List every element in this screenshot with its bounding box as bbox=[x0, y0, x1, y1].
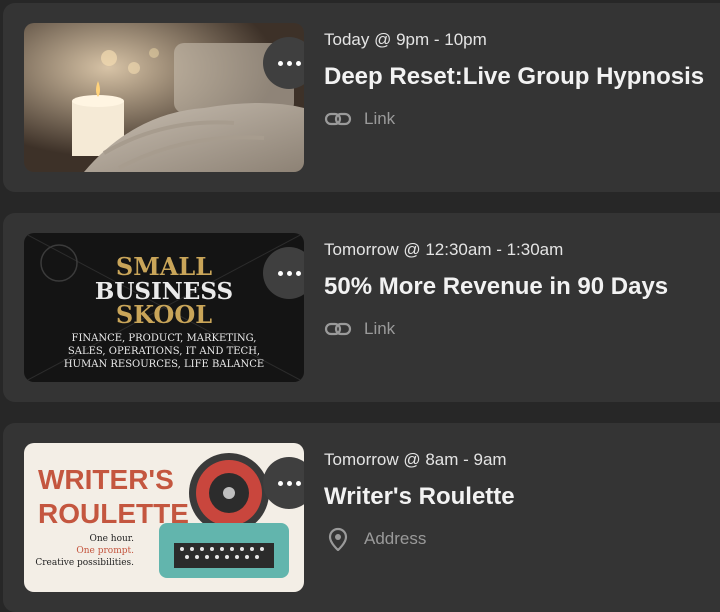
small-business-skool-image: SMALL BUSINESS SKOOL FINANCE, PRODUCT, M… bbox=[24, 233, 304, 382]
thumb-line1: WRITER'S bbox=[38, 464, 174, 495]
link-label: Link bbox=[364, 109, 396, 128]
event-title[interactable]: Writer's Roulette bbox=[324, 483, 515, 511]
event-card[interactable]: WRITER'S ROULETTE One hour. One prompt. … bbox=[3, 423, 720, 612]
event-card[interactable]: SMALL BUSINESS SKOOL FINANCE, PRODUCT, M… bbox=[3, 213, 720, 402]
dot-icon bbox=[277, 270, 283, 276]
location-pin-icon bbox=[328, 527, 348, 551]
thumb-sub2: SALES, OPERATIONS, IT AND TECH, bbox=[68, 346, 260, 357]
event-time: Today @ 9pm - 10pm bbox=[324, 30, 487, 49]
dot-icon bbox=[286, 270, 292, 276]
address-label: Address bbox=[364, 529, 427, 548]
thumb-line1: SMALL bbox=[116, 252, 212, 281]
thumb-line3: SKOOL bbox=[116, 300, 212, 329]
thumb-sub3: Creative possibilities. bbox=[35, 558, 134, 568]
event-card[interactable]: Today @ 9pm - 10pm Deep Reset:Live Group… bbox=[3, 3, 720, 192]
thumb-sub1: FINANCE, PRODUCT, MARKETING, bbox=[72, 333, 257, 344]
event-thumbnail[interactable] bbox=[24, 23, 304, 172]
dot-icon bbox=[277, 60, 283, 66]
writers-roulette-image: WRITER'S ROULETTE One hour. One prompt. … bbox=[24, 443, 304, 592]
dot-icon bbox=[295, 270, 301, 276]
thumb-sub1: One hour. bbox=[89, 534, 134, 544]
dot-icon bbox=[286, 60, 292, 66]
link-icon bbox=[324, 112, 352, 126]
event-link[interactable]: Link bbox=[324, 318, 395, 340]
dot-icon bbox=[277, 480, 283, 486]
link-icon bbox=[324, 322, 352, 336]
event-link[interactable]: Link bbox=[324, 108, 395, 130]
event-address[interactable]: Address bbox=[324, 527, 427, 551]
event-title[interactable]: 50% More Revenue in 90 Days bbox=[324, 273, 668, 301]
event-title[interactable]: Deep Reset:Live Group Hypnosis bbox=[324, 63, 704, 91]
event-time: Tomorrow @ 8am - 9am bbox=[324, 450, 507, 469]
candle-blanket-image bbox=[24, 23, 304, 172]
dot-icon bbox=[286, 480, 292, 486]
thumb-sub2: One prompt. bbox=[76, 546, 134, 556]
event-thumbnail[interactable]: SMALL BUSINESS SKOOL FINANCE, PRODUCT, M… bbox=[24, 233, 304, 382]
dot-icon bbox=[295, 60, 301, 66]
event-thumbnail[interactable]: WRITER'S ROULETTE One hour. One prompt. … bbox=[24, 443, 304, 592]
thumb-sub3: HUMAN RESOURCES, LIFE BALANCE bbox=[64, 359, 264, 370]
event-time: Tomorrow @ 12:30am - 1:30am bbox=[324, 240, 564, 259]
link-label: Link bbox=[364, 319, 396, 338]
dot-icon bbox=[295, 480, 301, 486]
